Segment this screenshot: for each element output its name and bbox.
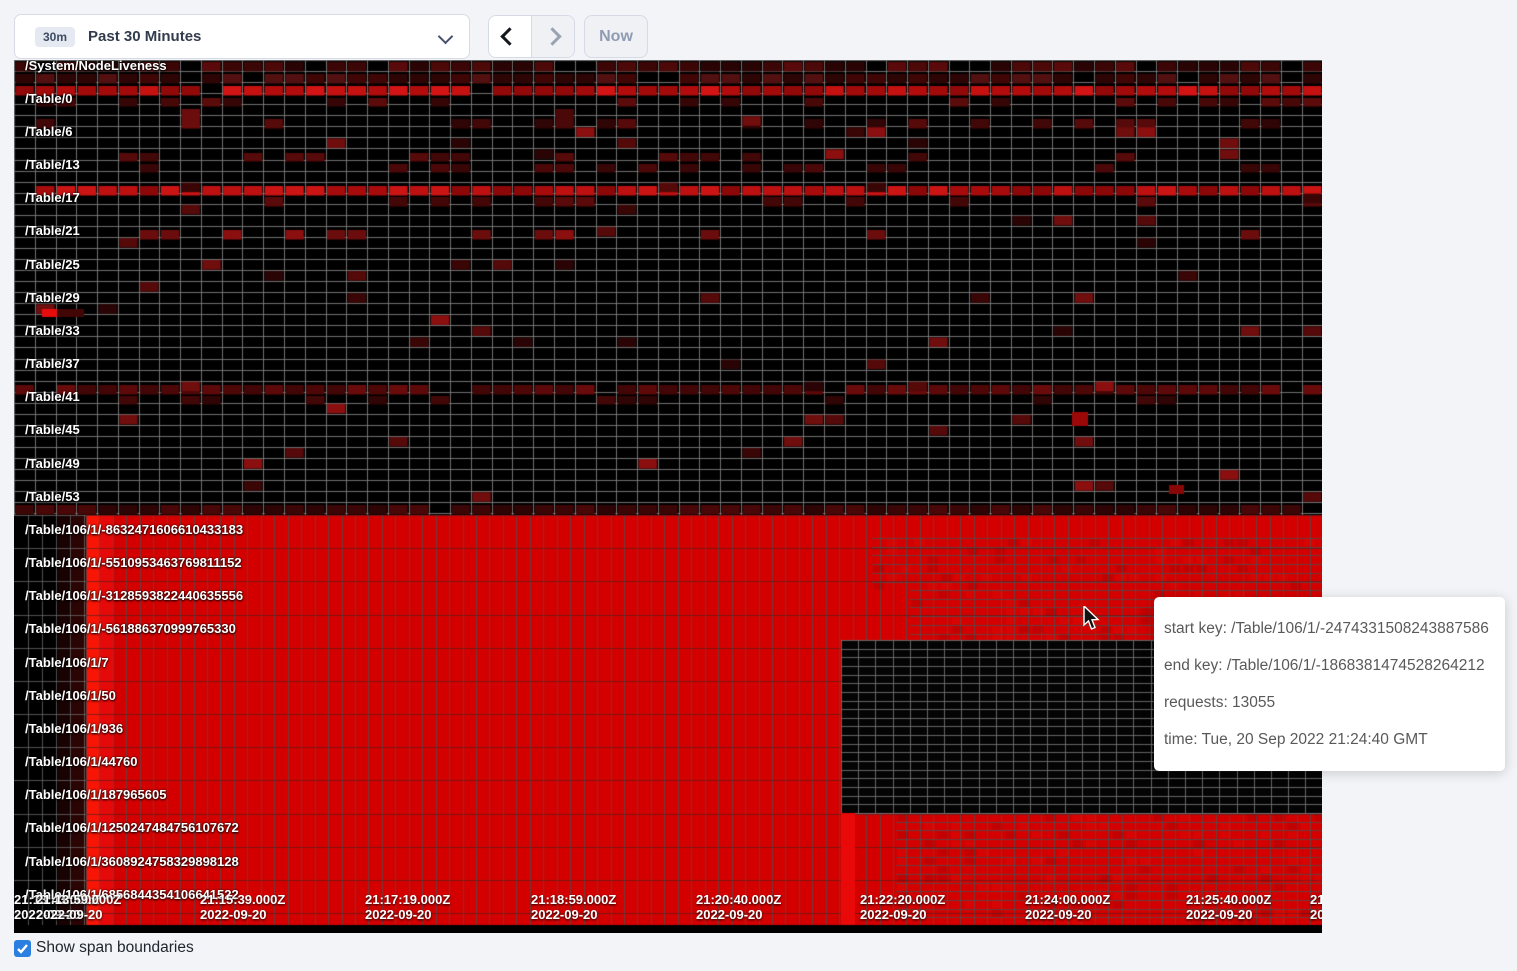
show-span-boundaries-checkbox[interactable] <box>14 940 31 957</box>
time-nav-group <box>488 15 575 58</box>
check-icon <box>16 942 29 955</box>
heatmap-tooltip: start key: /Table/106/1/-247433150824388… <box>1154 597 1505 771</box>
time-range-badge: 30m <box>35 27 75 47</box>
time-range-label: Past 30 Minutes <box>88 28 201 45</box>
tooltip-line: requests: 13055 <box>1164 684 1495 721</box>
tooltip-line: end key: /Table/106/1/-18683814745282642… <box>1164 647 1495 684</box>
chevron-right-icon <box>544 27 562 45</box>
time-range-select[interactable]: 30m Past 30 Minutes <box>14 14 470 59</box>
key-visualizer-heatmap[interactable]: /System/NodeLiveness/Table/0/Table/6/Tab… <box>14 60 1322 933</box>
chevron-down-icon <box>438 29 454 45</box>
prev-time-button[interactable] <box>489 16 532 57</box>
next-time-button[interactable] <box>532 16 575 57</box>
heatmap-canvas[interactable] <box>14 60 1322 933</box>
tooltip-line: time: Tue, 20 Sep 2022 21:24:40 GMT <box>1164 721 1495 758</box>
tooltip-line: start key: /Table/106/1/-247433150824388… <box>1164 610 1495 647</box>
now-button[interactable]: Now <box>584 15 648 58</box>
footer: Show span boundaries <box>14 939 194 957</box>
show-span-boundaries-label: Show span boundaries <box>36 939 194 957</box>
toolbar: 30m Past 30 Minutes Now <box>0 0 1517 60</box>
chevron-left-icon <box>501 27 519 45</box>
